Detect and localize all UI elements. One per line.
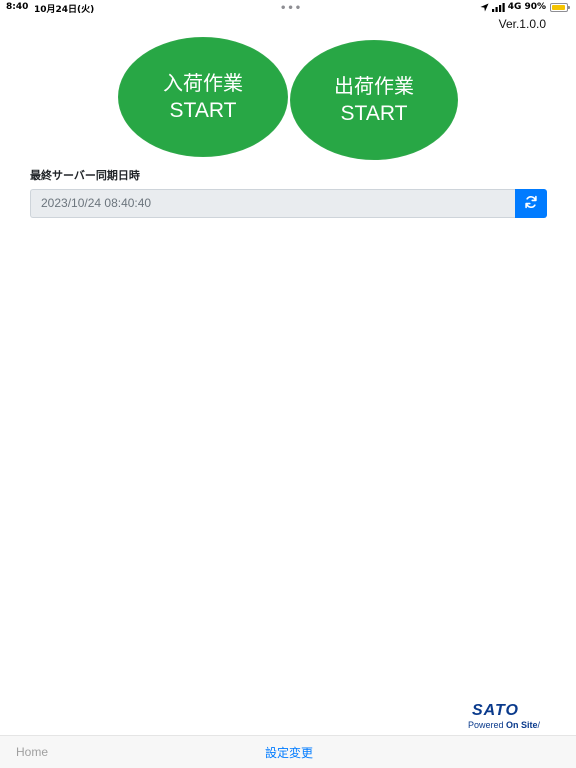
- receiving-button-start: START: [169, 99, 237, 122]
- bottom-tab-bar: Home 設定変更: [0, 735, 576, 768]
- battery-percent: 90%: [524, 2, 546, 12]
- signal-icon: [491, 2, 505, 12]
- battery-icon: [550, 2, 570, 12]
- powered-by-tagline: Powered On Site/: [468, 720, 556, 730]
- status-indicators: 4G 90%: [480, 2, 570, 12]
- sato-logo: SATO Powered On Site/: [468, 702, 556, 731]
- status-bar: 8:40 10月24日(火) ••• 4G 90%: [0, 0, 576, 16]
- sync-icon: [524, 194, 538, 213]
- tagline-suffix: /: [537, 720, 541, 730]
- shipping-button-title: 出荷作業: [334, 74, 414, 98]
- tagline-prefix: Powered: [468, 720, 507, 730]
- sato-brand: SATO: [472, 702, 519, 719]
- battery-fill: [552, 4, 565, 10]
- receiving-start-button[interactable]: 入荷作業 START: [118, 37, 288, 157]
- tagline-bold: On Site: [506, 720, 538, 730]
- status-date: 10月24日(火): [34, 5, 95, 15]
- receiving-button-title: 入荷作業: [163, 71, 243, 95]
- shipping-button-start: START: [340, 102, 408, 125]
- last-sync-field: 2023/10/24 08:40:40: [30, 189, 516, 218]
- sync-button[interactable]: [515, 189, 547, 218]
- tab-home[interactable]: Home: [16, 745, 48, 759]
- tab-settings[interactable]: 設定変更: [265, 744, 313, 761]
- network-type: 4G: [507, 2, 522, 12]
- app-version: Ver.1.0.0: [498, 17, 546, 31]
- last-sync-label: 最終サーバー同期日時: [30, 169, 140, 182]
- multitasking-handle[interactable]: •••: [280, 3, 302, 14]
- shipping-start-button[interactable]: 出荷作業 START: [290, 40, 458, 160]
- status-time: 8:40: [6, 2, 29, 12]
- location-icon: [480, 2, 489, 12]
